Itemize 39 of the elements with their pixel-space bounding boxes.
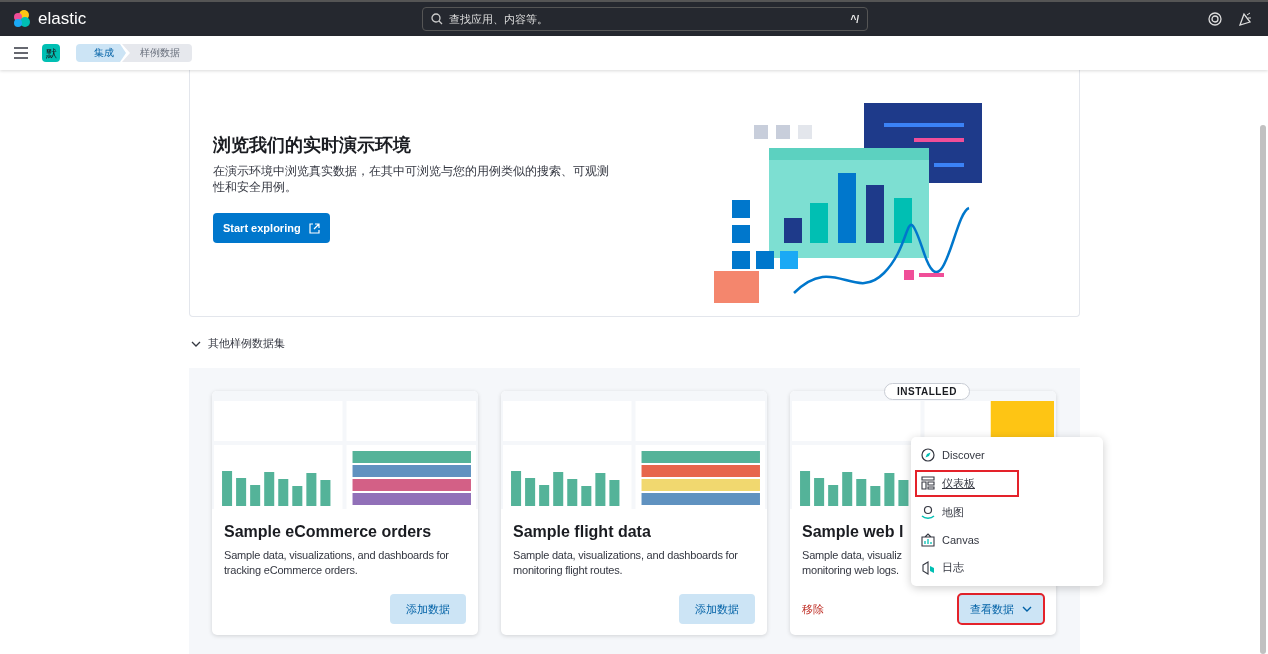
installed-badge: INSTALLED <box>884 383 970 400</box>
logo-text[interactable]: elastic <box>38 9 87 29</box>
newsfeed-icon[interactable] <box>1238 12 1252 26</box>
card-description: Sample data, visualizations, and dashboards for monitoring flight routes. <box>513 548 739 578</box>
menu-item[interactable]: 日志 <box>917 557 968 579</box>
help-icon[interactable] <box>1208 12 1222 26</box>
shortcut-hint: ^/ <box>850 13 859 25</box>
card-title: Sample web l <box>802 523 904 541</box>
card-title: Sample flight data <box>513 523 651 541</box>
search-field[interactable]: 查找应用、内容等。 ^/ <box>422 7 868 31</box>
breadcrumb[interactable]: 集成 <box>76 44 126 62</box>
compass-icon <box>921 447 935 462</box>
card-description: monitoring web logs. <box>802 563 899 578</box>
card-description: Sample data, visualizations, and dashboards for tracking eCommerce orders. <box>224 548 450 578</box>
menu-item[interactable]: Canvas <box>917 530 984 551</box>
elastic-logo-icon <box>12 9 32 29</box>
card-title: Sample eCommerce orders <box>224 523 432 541</box>
external-link-icon <box>308 222 320 234</box>
logs-icon <box>921 560 935 575</box>
space-avatar[interactable]: 默 <box>42 44 60 62</box>
breadcrumb[interactable]: 样例数据 <box>122 44 192 62</box>
card-action-button[interactable]: 添加数据 <box>390 594 466 624</box>
menu-icon[interactable] <box>14 47 28 59</box>
remove-button[interactable]: 移除 <box>802 601 824 617</box>
card-action-button[interactable]: 添加数据 <box>679 594 755 624</box>
caret-icon <box>1022 606 1032 612</box>
card-action-button[interactable]: 查看数据 <box>958 594 1044 624</box>
menu-item[interactable]: 地图 <box>917 501 968 523</box>
other-datasets-toggle[interactable]: 其他样例数据集 <box>191 336 285 351</box>
dashboard-icon <box>921 476 935 491</box>
panel-description: 在演示环境中浏览真实数据，在其中可浏览与您的用例类似的搜索、可观测性和安全用例。 <box>213 164 610 195</box>
start-exploring-button[interactable]: Start exploring <box>213 213 330 243</box>
menu-item[interactable]: Discover <box>917 444 989 465</box>
card-description: Sample data, visualiz <box>802 548 902 563</box>
panel-title: 浏览我们的实时演示环境 <box>213 134 411 157</box>
search-icon <box>431 13 443 25</box>
menu-item[interactable]: 仪表板 <box>917 471 1017 495</box>
canvas-icon <box>921 533 935 548</box>
search-input[interactable]: 查找应用、内容等。 <box>447 12 847 26</box>
